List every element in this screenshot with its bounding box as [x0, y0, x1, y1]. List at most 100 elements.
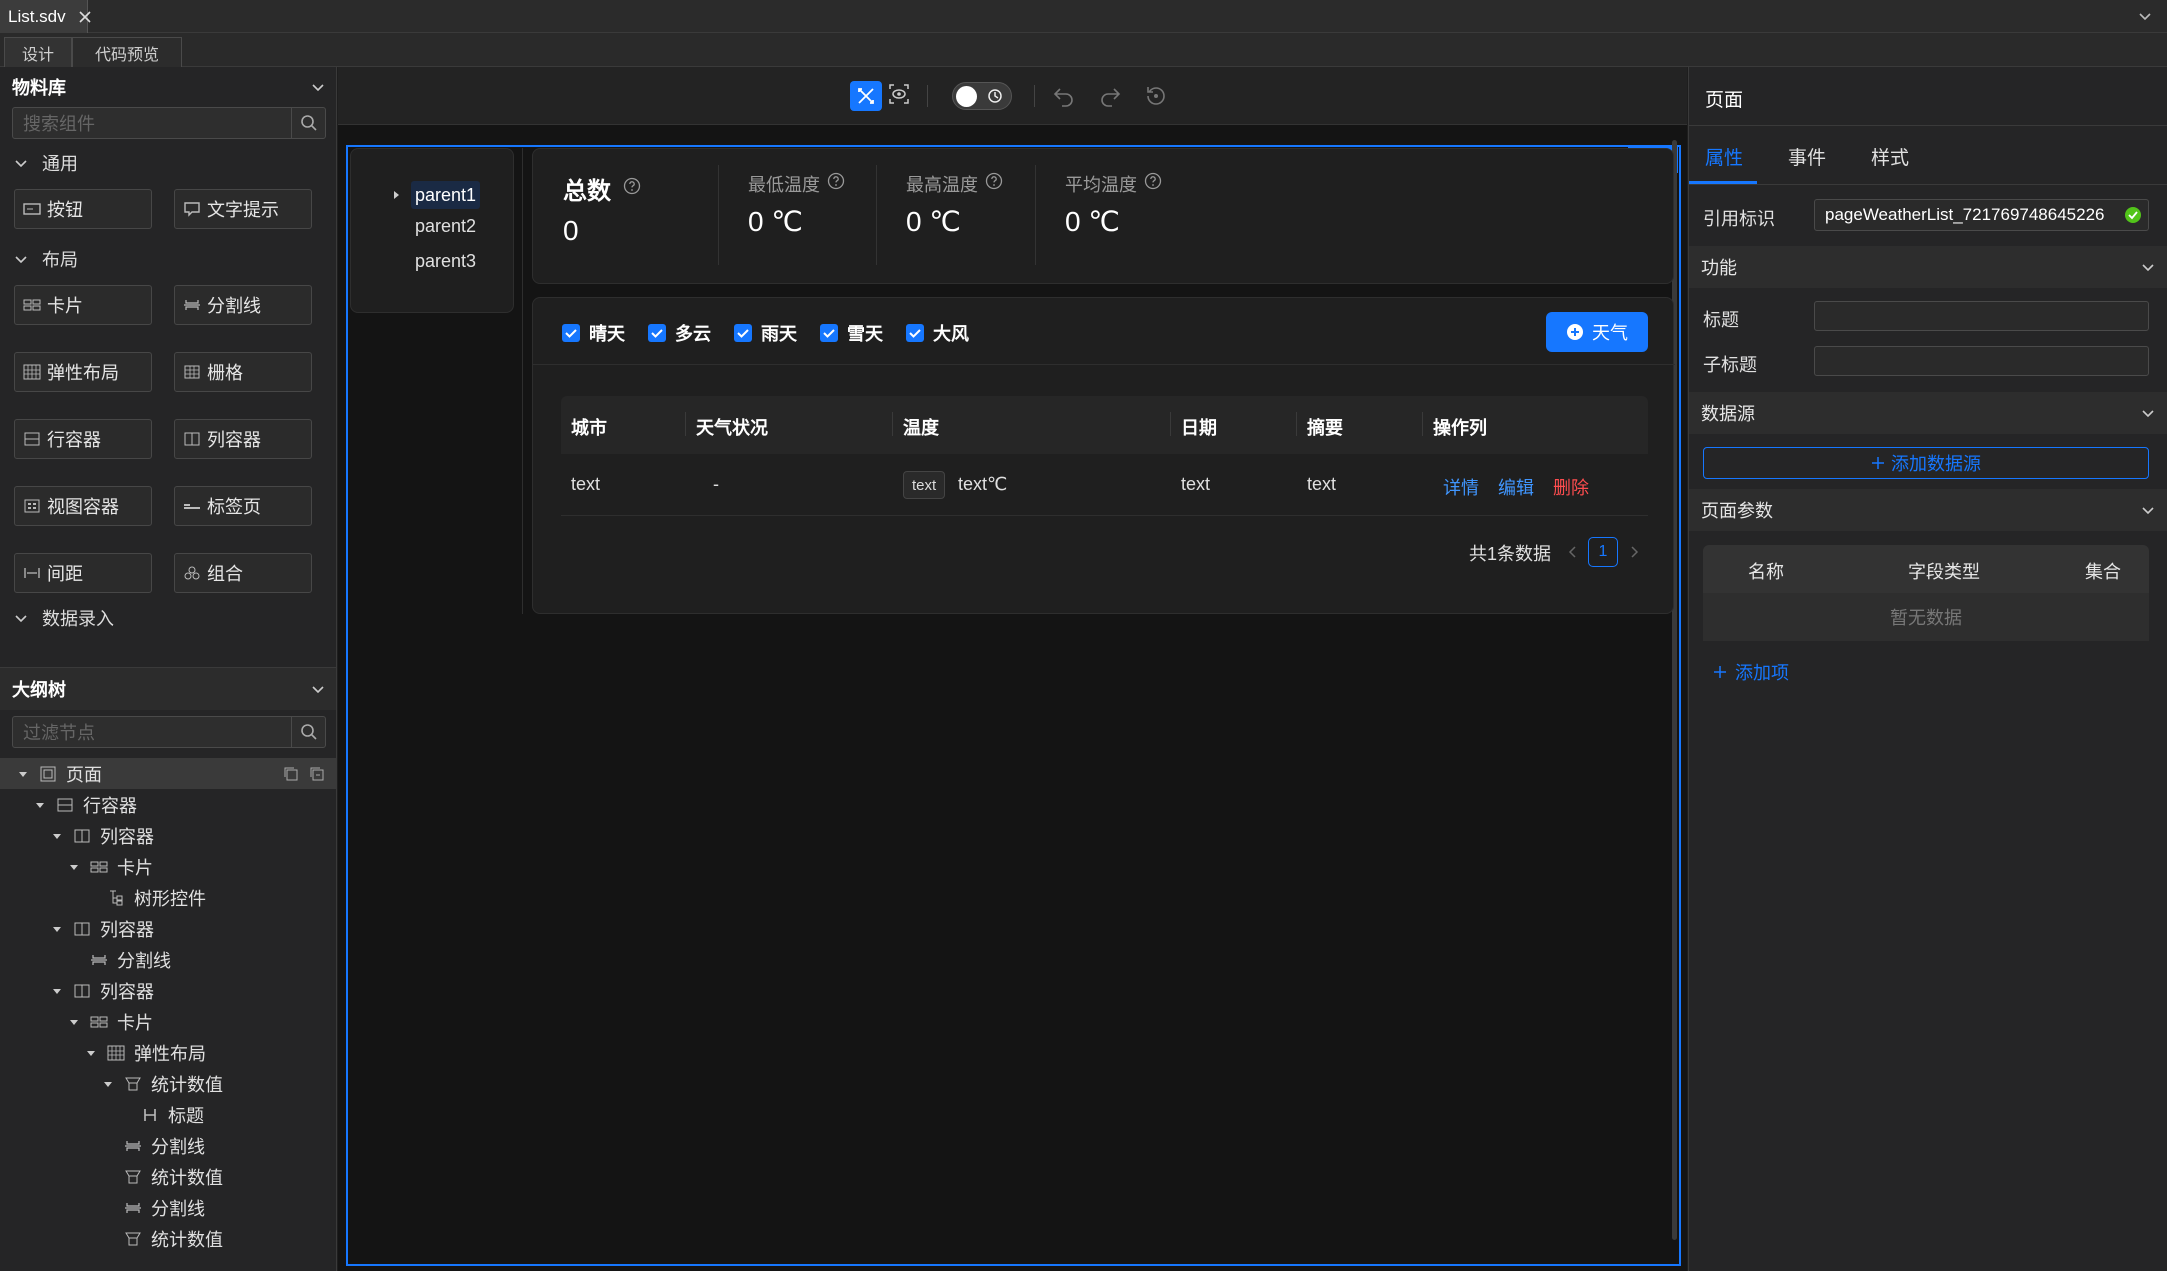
redo-icon[interactable]	[1098, 84, 1122, 108]
section-function[interactable]: 功能	[1689, 246, 2167, 288]
tree-row[interactable]: 卡片	[0, 1006, 336, 1037]
component-column[interactable]: 列容器	[174, 419, 312, 459]
section-datasource[interactable]: 数据源	[1689, 392, 2167, 434]
tab-properties[interactable]: 属性	[1705, 143, 1743, 170]
file-tab[interactable]: List.sdv	[0, 0, 91, 33]
chevron-down-icon[interactable]	[2137, 8, 2153, 24]
caret-down-icon[interactable]	[50, 986, 64, 996]
caret-down-icon[interactable]	[67, 862, 81, 872]
component-row[interactable]: 行容器	[14, 419, 152, 459]
tree-row[interactable]: 行容器	[0, 789, 336, 820]
chevron-down-icon[interactable]	[310, 681, 326, 697]
help-icon[interactable]	[623, 177, 641, 195]
caret-down-icon[interactable]	[50, 924, 64, 934]
caret-down-icon[interactable]	[33, 800, 47, 810]
tree-row[interactable]: 统计数值	[0, 1161, 336, 1192]
tree-row[interactable]: 列容器	[0, 820, 336, 851]
tree-row[interactable]: 统计数值	[0, 1068, 336, 1099]
category-layout[interactable]: 布局	[0, 239, 336, 279]
detail-link[interactable]: 详情	[1443, 474, 1479, 500]
help-icon[interactable]	[1144, 172, 1162, 190]
title-input[interactable]	[1814, 301, 2149, 331]
weather-filter-checkbox[interactable]: 雪天	[819, 320, 883, 346]
add-weather-button[interactable]: 天气	[1546, 312, 1648, 352]
caret-down-icon[interactable]	[67, 1017, 81, 1027]
checkbox-checked-icon[interactable]	[733, 323, 753, 343]
search-icon[interactable]	[291, 108, 325, 138]
help-icon[interactable]	[827, 172, 845, 190]
tree-node[interactable]: parent1	[411, 181, 481, 209]
tree-row[interactable]: 页面	[0, 758, 336, 789]
theme-toggle[interactable]	[952, 82, 1012, 110]
weather-filter-checkbox[interactable]: 晴天	[561, 320, 625, 346]
library-search[interactable]: 搜索组件	[12, 107, 326, 139]
checkbox-checked-icon[interactable]	[905, 323, 925, 343]
caret-right-icon[interactable]	[391, 190, 401, 200]
outline-search-input[interactable]: 过滤节点	[23, 719, 95, 745]
tree-row[interactable]: 统计数值	[0, 1223, 336, 1254]
component-space[interactable]: 间距	[14, 553, 152, 593]
tree-node[interactable]: parent3	[415, 251, 476, 272]
checkbox-checked-icon[interactable]	[647, 323, 667, 343]
search-icon[interactable]	[291, 717, 325, 747]
history-icon[interactable]	[1144, 84, 1168, 108]
table-row[interactable]: text - text text℃ text text 详情 编辑 删除	[561, 454, 1648, 516]
close-icon[interactable]	[78, 10, 92, 24]
add-item-button[interactable]: 添加项	[1713, 659, 1789, 685]
library-search-input[interactable]: 搜索组件	[23, 110, 95, 136]
tree-row[interactable]: 分割线	[0, 1130, 336, 1161]
tree-row[interactable]: 弹性布局	[0, 1037, 336, 1068]
page-number[interactable]: 1	[1588, 537, 1618, 567]
component-flex[interactable]: 弹性布局	[14, 352, 152, 392]
copy-icon[interactable]	[282, 765, 300, 783]
component-tabs[interactable]: 标签页	[174, 486, 312, 526]
duplicate-icon[interactable]	[308, 765, 326, 783]
component-view[interactable]: 视图容器	[14, 486, 152, 526]
add-datasource-button[interactable]: 添加数据源	[1703, 447, 2149, 479]
section-page-params[interactable]: 页面参数	[1689, 489, 2167, 531]
tab-design[interactable]: 设计	[4, 37, 72, 67]
category-general[interactable]: 通用	[0, 143, 336, 183]
component-divider[interactable]: 分割线	[174, 285, 312, 325]
tree-row[interactable]: 标题	[0, 1099, 336, 1130]
component-card[interactable]: 卡片	[14, 285, 152, 325]
component-tooltip[interactable]: 文字提示	[174, 189, 312, 229]
design-mode-icon[interactable]	[850, 81, 882, 111]
checkbox-checked-icon[interactable]	[819, 323, 839, 343]
tree-row[interactable]: 分割线	[0, 1192, 336, 1223]
delete-link[interactable]: 删除	[1553, 474, 1589, 500]
component-grid[interactable]: 栅格	[174, 352, 312, 392]
weather-filter-checkbox[interactable]: 大风	[905, 320, 969, 346]
outline-header[interactable]: 大纲树	[0, 668, 336, 710]
weather-filter-checkbox[interactable]: 多云	[647, 320, 711, 346]
chevron-left-icon[interactable]	[1567, 545, 1579, 559]
tab-code-preview[interactable]: 代码预览	[72, 37, 182, 67]
library-header[interactable]: 物料库	[0, 67, 336, 107]
chevron-down-icon[interactable]	[310, 79, 326, 95]
tab-events[interactable]: 事件	[1788, 143, 1826, 170]
tree-row[interactable]: 列容器	[0, 975, 336, 1006]
tree-row[interactable]: 卡片	[0, 851, 336, 882]
preview-icon[interactable]	[888, 83, 910, 105]
caret-down-icon[interactable]	[101, 1079, 115, 1089]
ref-input[interactable]: pageWeatherList_721769748645226	[1814, 199, 2149, 231]
help-icon[interactable]	[985, 172, 1003, 190]
subtitle-input[interactable]	[1814, 346, 2149, 376]
checkbox-checked-icon[interactable]	[561, 323, 581, 343]
caret-down-icon[interactable]	[50, 831, 64, 841]
tree-row[interactable]: 列容器	[0, 913, 336, 944]
outline-search[interactable]: 过滤节点	[12, 716, 326, 748]
category-input[interactable]: 数据录入	[0, 607, 336, 629]
weather-filter-checkbox[interactable]: 雨天	[733, 320, 797, 346]
edit-link[interactable]: 编辑	[1498, 474, 1534, 500]
component-button[interactable]: 按钮	[14, 189, 152, 229]
undo-icon[interactable]	[1052, 84, 1076, 108]
tree-node[interactable]: parent2	[415, 216, 476, 237]
tab-styles[interactable]: 样式	[1871, 143, 1909, 170]
chevron-right-icon[interactable]	[1628, 545, 1640, 559]
component-group[interactable]: 组合	[174, 553, 312, 593]
caret-down-icon[interactable]	[84, 1048, 98, 1058]
caret-down-icon[interactable]	[16, 769, 30, 779]
tree-row[interactable]: 树形控件	[0, 882, 336, 913]
tree-row[interactable]: 分割线	[0, 944, 336, 975]
